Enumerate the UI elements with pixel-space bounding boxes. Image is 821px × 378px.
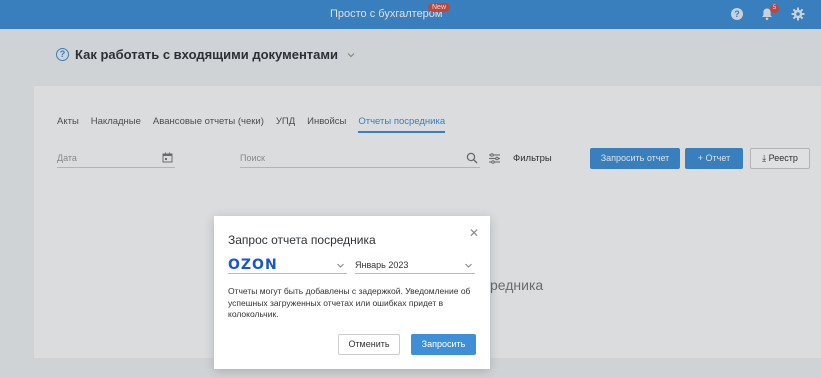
modal-title: Запрос отчета посредника bbox=[228, 233, 376, 247]
request-report-modal: Запрос отчета посредника ✕ OZON Январь 2… bbox=[214, 216, 490, 369]
chevron-down-icon bbox=[337, 263, 344, 268]
marketplace-select[interactable]: OZON bbox=[228, 257, 347, 274]
chevron-down-icon bbox=[465, 263, 472, 268]
ozon-logo: OZON bbox=[228, 257, 278, 273]
cancel-button[interactable]: Отменить bbox=[338, 334, 400, 355]
period-value: Январь 2023 bbox=[355, 260, 409, 270]
close-icon[interactable]: ✕ bbox=[469, 226, 479, 240]
period-select[interactable]: Январь 2023 bbox=[355, 257, 475, 274]
delay-note: Отчеты могут быть добавлены с задержкой.… bbox=[228, 286, 471, 319]
submit-request-button[interactable]: Запросить bbox=[411, 334, 476, 355]
